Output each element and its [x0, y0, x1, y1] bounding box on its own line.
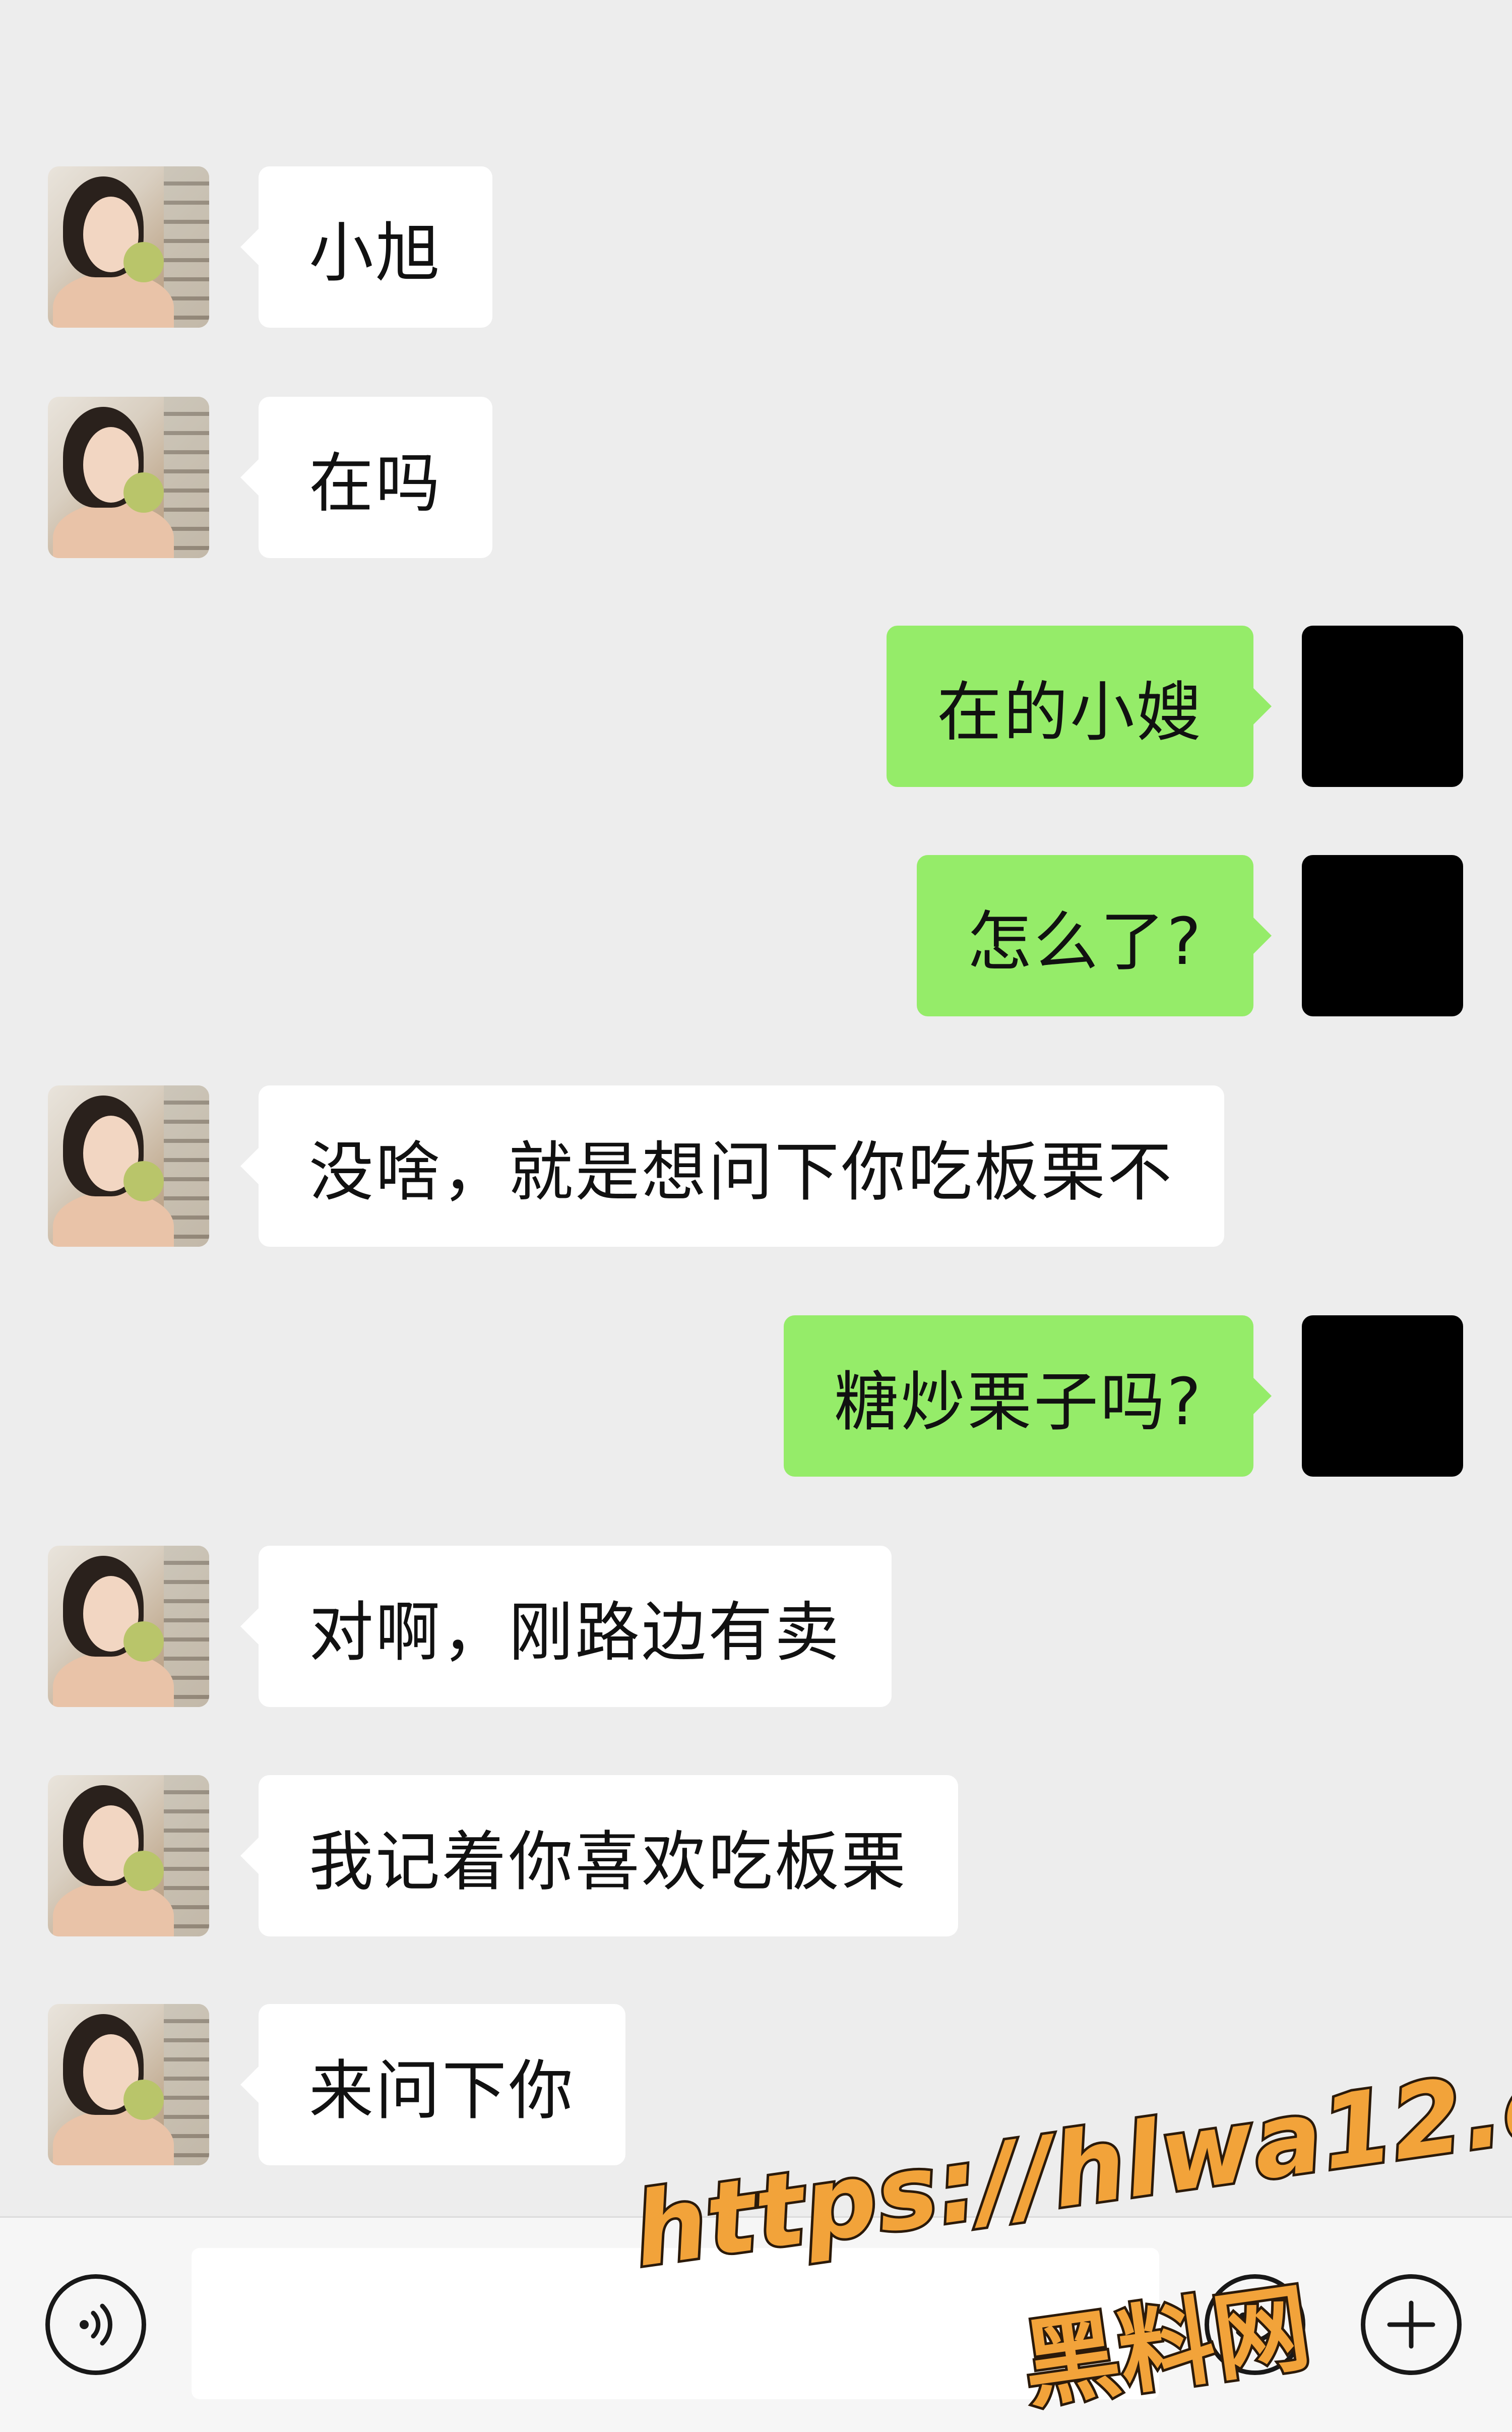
message-text: 来问下你 [309, 2053, 576, 2129]
message-bubble-incoming[interactable]: 在吗 [240, 397, 493, 558]
self-avatar[interactable] [1302, 1315, 1463, 1477]
message-bubble-incoming[interactable]: 没啥，就是想问下你吃板栗不 [240, 1085, 1225, 1247]
message-row: 没啥，就是想问下你吃板栗不 [0, 1085, 1512, 1247]
message-input[interactable] [192, 2248, 1159, 2399]
voice-icon [80, 2303, 112, 2346]
message-bubble-outgoing[interactable]: 怎么了? [917, 855, 1272, 1016]
message-row: 怎么了? [0, 855, 1512, 1016]
contact-avatar[interactable] [48, 1085, 209, 1247]
message-bubble-incoming[interactable]: 对啊，刚路边有卖 [240, 1546, 892, 1707]
message-row: 在的小嫂 [0, 626, 1512, 787]
plus-icon [1387, 2300, 1435, 2349]
message-row: 来问下你 [0, 2004, 1512, 2165]
message-row: 我记着你喜欢吃板栗 [0, 1775, 1512, 1936]
contact-avatar[interactable] [48, 397, 209, 558]
self-avatar[interactable] [1302, 855, 1463, 1016]
message-bubble-outgoing[interactable]: 在的小嫂 [886, 626, 1272, 787]
message-text: 在吗 [309, 446, 443, 521]
message-text: 怎么了? [967, 904, 1203, 980]
message-bubble-incoming[interactable]: 来问下你 [240, 2004, 626, 2165]
message-row: 在吗 [0, 397, 1512, 558]
chat-area: 小旭 在吗 在的小嫂 怎么了? 没啥，就是想问下你吃板栗不 糖炒栗子吗? 对啊，… [0, 0, 1512, 2216]
message-text: 对啊，刚路边有卖 [309, 1595, 842, 1670]
contact-avatar[interactable] [48, 1546, 209, 1707]
message-text: 没啥，就是想问下你吃板栗不 [309, 1134, 1174, 1210]
contact-avatar[interactable] [48, 1775, 209, 1936]
message-bubble-incoming[interactable]: 小旭 [240, 166, 493, 328]
message-row: 糖炒栗子吗? [0, 1315, 1512, 1477]
input-bar [0, 2216, 1512, 2432]
emoji-button[interactable] [1205, 2274, 1305, 2375]
message-bubble-incoming[interactable]: 我记着你喜欢吃板栗 [240, 1775, 959, 1936]
message-row: 对啊，刚路边有卖 [0, 1546, 1512, 1707]
voice-button[interactable] [45, 2274, 146, 2375]
contact-avatar[interactable] [48, 2004, 209, 2165]
message-text: 在的小嫂 [936, 675, 1203, 750]
message-text: 我记着你喜欢吃板栗 [309, 1824, 908, 1900]
more-button[interactable] [1361, 2274, 1462, 2375]
message-text: 糖炒栗子吗? [834, 1364, 1203, 1440]
message-bubble-outgoing[interactable]: 糖炒栗子吗? [784, 1315, 1272, 1477]
contact-avatar[interactable] [48, 166, 209, 328]
message-row: 小旭 [0, 166, 1512, 328]
emoji-icon [1236, 2313, 1274, 2343]
self-avatar[interactable] [1302, 626, 1463, 787]
message-text: 小旭 [309, 215, 443, 291]
